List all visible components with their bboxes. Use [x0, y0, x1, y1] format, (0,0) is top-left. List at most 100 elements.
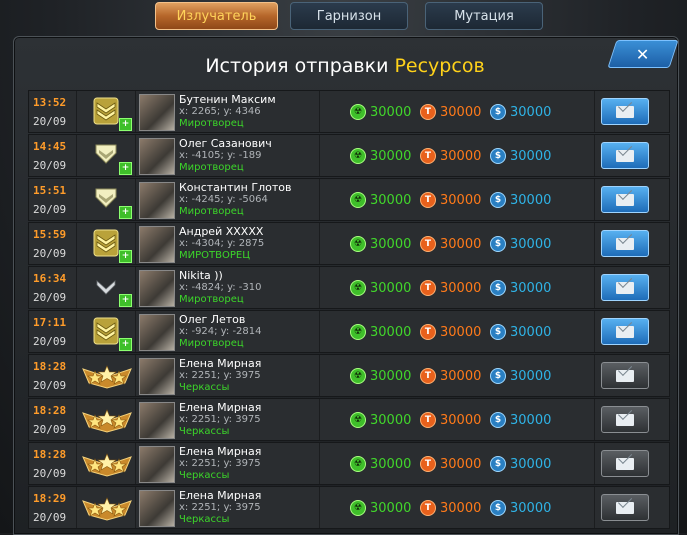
player-name[interactable]: Nikita )) [179, 269, 223, 282]
radiation-icon: ☢ [350, 500, 366, 516]
avatar[interactable] [139, 182, 175, 219]
send-message-button[interactable] [601, 450, 649, 477]
tab-emitter[interactable]: Излучатель [155, 2, 278, 30]
avatar[interactable] [139, 490, 175, 527]
send-message-button[interactable] [601, 142, 649, 169]
radiation-icon: ☢ [350, 104, 366, 120]
action-cell [595, 91, 669, 132]
send-message-button[interactable] [601, 494, 649, 521]
player-city: МИРОТВОРЕЦ [179, 250, 250, 261]
send-date: 20/09 [33, 335, 67, 348]
plus-icon[interactable]: + [119, 338, 132, 351]
player-name[interactable]: Елена Мирная [179, 445, 261, 458]
titanium-icon: T [420, 500, 436, 516]
user-cell: Елена Мирная x: 2251; y: 3975 Черкассы [136, 399, 320, 440]
history-row: 18:29 20/09 Елена Мирная x: 2251; y: 397… [28, 486, 670, 529]
credits-icon: $ [490, 192, 506, 208]
player-name[interactable]: Елена Мирная [179, 357, 261, 370]
resource-titanium: T 30000 [420, 148, 481, 164]
credits-icon: $ [490, 456, 506, 472]
send-time: 16:34 [33, 272, 67, 285]
credits-amount: 30000 [510, 324, 552, 340]
dialog-title-accent: Ресурсов [394, 55, 485, 77]
plus-icon[interactable]: + [119, 294, 132, 307]
player-coords: x: -924; y: -2814 [179, 326, 262, 337]
send-message-button[interactable] [601, 98, 649, 125]
avatar[interactable] [139, 314, 175, 351]
mail-icon [616, 413, 634, 426]
player-name[interactable]: Константин Глотов [179, 181, 291, 194]
history-table: 13:52 20/09 + Бутенин Максим x: 2265; y:… [28, 90, 670, 530]
plus-icon[interactable]: + [119, 118, 132, 131]
avatar[interactable] [139, 402, 175, 439]
send-date: 20/09 [33, 511, 67, 524]
send-time: 17:11 [33, 316, 67, 329]
resources-cell: ☢ 30000 T 30000 $30000 [320, 443, 595, 484]
credits-amount: 30000 [510, 412, 552, 428]
plus-icon[interactable]: + [119, 250, 132, 263]
plus-icon[interactable]: + [119, 162, 132, 175]
tab-garrison[interactable]: Гарнизон [290, 2, 408, 30]
radiation-amount: 30000 [370, 192, 412, 208]
send-time: 18:28 [33, 360, 67, 373]
player-name[interactable]: Бутенин Максим [179, 93, 276, 106]
send-message-button[interactable] [601, 318, 649, 345]
rank-silver-chevron-icon [95, 144, 117, 164]
plus-icon[interactable]: + [119, 206, 132, 219]
credits-amount: 30000 [510, 192, 552, 208]
avatar[interactable] [139, 446, 175, 483]
send-message-button[interactable] [601, 406, 649, 433]
player-name[interactable]: Олег Сазанович [179, 137, 272, 150]
titanium-icon: T [420, 368, 436, 384]
dialog-title: История отправки Ресурсов [13, 44, 677, 88]
player-name[interactable]: Андрей XXXXX [179, 225, 263, 238]
time-cell: 14:45 20/09 [29, 135, 77, 176]
avatar[interactable] [139, 358, 175, 395]
resource-credits: $30000 [490, 368, 551, 384]
resource-titanium: T 30000 [420, 456, 481, 472]
close-button[interactable]: ✕ [607, 40, 679, 68]
rank-gold-chevron-icon [93, 317, 119, 345]
time-cell: 15:51 20/09 [29, 179, 77, 220]
send-message-button[interactable] [601, 186, 649, 213]
send-message-button[interactable] [601, 230, 649, 257]
titanium-amount: 30000 [440, 324, 482, 340]
resources-cell: ☢ 30000 T 30000 $30000 [320, 91, 595, 132]
time-cell: 17:11 20/09 [29, 311, 77, 352]
rank-cell: + [77, 135, 136, 176]
resource-titanium: T 30000 [420, 368, 481, 384]
send-message-button[interactable] [601, 362, 649, 389]
resources-cell: ☢ 30000 T 30000 $30000 [320, 179, 595, 220]
radiation-amount: 30000 [370, 324, 412, 340]
player-coords: x: 2251; y: 3975 [179, 414, 261, 425]
titanium-amount: 30000 [440, 192, 482, 208]
player-coords: x: -4824; y: -310 [179, 282, 262, 293]
player-name[interactable]: Елена Мирная [179, 489, 261, 502]
player-city: Черкассы [179, 382, 230, 393]
player-city: Миротворец [179, 162, 244, 173]
credits-icon: $ [490, 324, 506, 340]
resource-radiation: ☢ 30000 [350, 192, 411, 208]
avatar[interactable] [139, 226, 175, 263]
credits-icon: $ [490, 104, 506, 120]
avatar[interactable] [139, 94, 175, 131]
time-cell: 18:28 20/09 [29, 399, 77, 440]
send-time: 15:51 [33, 184, 67, 197]
rank-stars-icon [82, 453, 132, 477]
avatar[interactable] [139, 138, 175, 175]
tab-mutation[interactable]: Мутация [425, 2, 543, 30]
credits-icon: $ [490, 236, 506, 252]
send-message-button[interactable] [601, 274, 649, 301]
player-name[interactable]: Елена Мирная [179, 401, 261, 414]
send-date: 20/09 [33, 203, 67, 216]
rank-cell: + [77, 223, 136, 264]
avatar[interactable] [139, 270, 175, 307]
credits-icon: $ [490, 368, 506, 384]
player-coords: x: -4304; y: 2875 [179, 238, 265, 249]
resources-cell: ☢ 30000 T 30000 $30000 [320, 311, 595, 352]
player-name[interactable]: Олег Летов [179, 313, 245, 326]
radiation-icon: ☢ [350, 412, 366, 428]
titanium-icon: T [420, 456, 436, 472]
player-coords: x: 2265; y: 4346 [179, 106, 261, 117]
history-row: 18:28 20/09 Елена Мирная x: 2251; y: 397… [28, 398, 670, 441]
